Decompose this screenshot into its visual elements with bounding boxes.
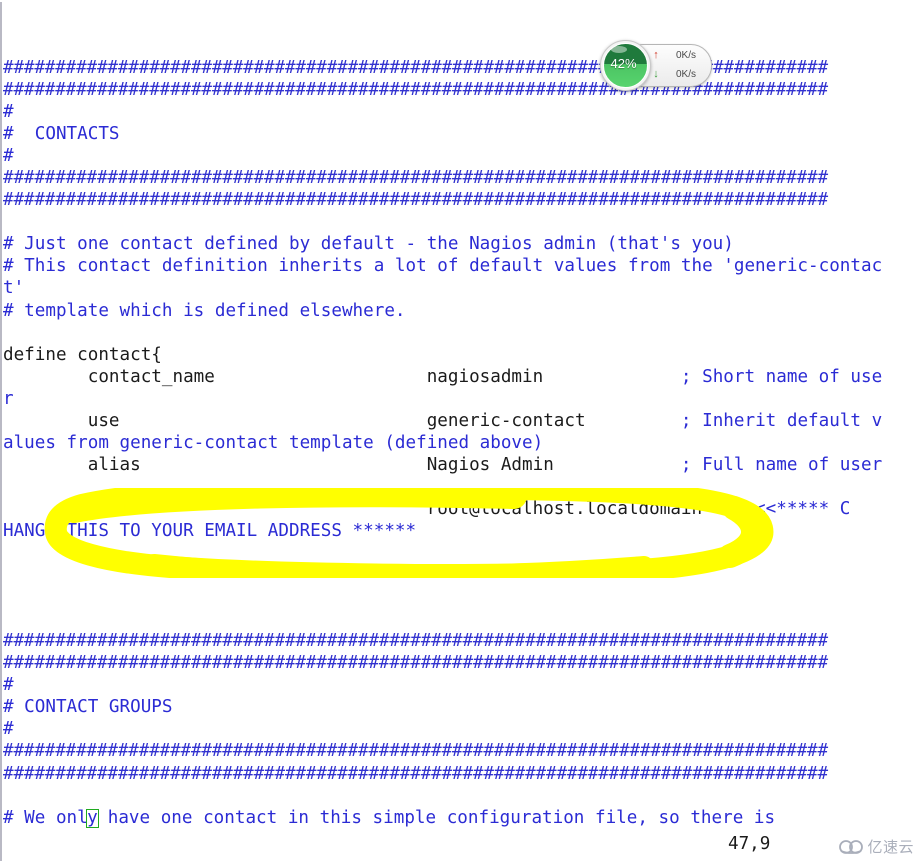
editor-text-area[interactable]: ########################################…: [3, 57, 922, 829]
code-line: ########################################…: [3, 189, 922, 211]
download-speed-label: 0K/s: [676, 69, 697, 80]
code-span: # CONTACTS: [3, 124, 120, 145]
code-span: #: [3, 675, 14, 696]
code-line: #: [3, 101, 922, 123]
code-line: alues from generic-contact template (def…: [3, 432, 922, 454]
window-top-padding: [0, 0, 922, 2]
code-span: # Just one contact defined by default - …: [3, 234, 734, 255]
code-span: contact_name nagiosadmin: [3, 366, 681, 387]
code-span: # We on: [3, 807, 78, 828]
system-monitor-widget[interactable]: ↑ 0K/s ↓ 0K/s 42%: [600, 40, 712, 91]
upload-speed-row: ↑ 0K/s: [650, 46, 710, 65]
code-span: ########################################…: [3, 763, 828, 784]
status-bar: 47,9 亿速云: [0, 834, 922, 861]
code-line: email root@localhost.localdomain ; <<***…: [3, 498, 922, 520]
code-line: ########################################…: [3, 630, 922, 652]
code-span: ########################################…: [3, 631, 828, 652]
widget-speed-rows: ↑ 0K/s ↓ 0K/s: [650, 46, 710, 84]
code-line: contact_name nagiosadmin ; Short name of…: [3, 366, 922, 388]
code-span: }: [3, 543, 99, 564]
code-line: HANGE THIS TO YOUR EMAIL ADDRESS ******: [3, 520, 922, 542]
code-span: # CONTACT GROUPS: [3, 697, 173, 718]
code-span: use generic-contact: [3, 410, 681, 431]
code-span: ; Inherit default v: [680, 410, 883, 431]
code-line: use generic-contact ; Inherit default v: [3, 410, 922, 432]
code-span: ########################################…: [3, 741, 828, 762]
code-span: #: [3, 719, 14, 740]
watermark: 亿速云: [839, 836, 914, 857]
code-span: email root@localhost.localdomain: [3, 498, 734, 519]
code-span: t': [3, 278, 25, 299]
code-line: #: [3, 145, 922, 167]
code-line: }: [3, 542, 922, 564]
memory-percent-label: 42%: [610, 56, 637, 71]
code-line: ########################################…: [3, 57, 922, 79]
code-line: ########################################…: [3, 652, 922, 674]
watermark-text: 亿速云: [867, 839, 914, 856]
code-span: ; Short name of use: [680, 366, 883, 387]
code-line: # CONTACTS: [3, 123, 922, 145]
terminal-screen: ########################################…: [0, 0, 922, 861]
code-line: # template which is defined elsewhere.: [3, 300, 922, 322]
code-line: ########################################…: [3, 763, 922, 785]
upload-speed-label: 0K/s: [676, 50, 697, 61]
code-span: # This contact definition inherits a lot…: [3, 256, 883, 277]
download-speed-row: ↓ 0K/s: [650, 65, 710, 84]
code-line: define contact{: [3, 344, 922, 366]
code-line: # We only have one contact in this simpl…: [3, 807, 922, 829]
code-span: have one contact in this simple configur…: [97, 807, 776, 828]
code-line: alias Nagios Admin ; Full name of user: [3, 454, 922, 476]
code-span: HANGE THIS TO YOUR EMAIL ADDRESS ******: [3, 520, 417, 541]
download-arrow-icon: ↓: [653, 68, 659, 80]
code-line: # CONTACT GROUPS: [3, 696, 922, 718]
cursor-position-indicator: 47,9: [728, 834, 771, 854]
code-span: ########################################…: [3, 653, 828, 674]
code-span: r: [3, 388, 14, 409]
code-span: # template which is defined elsewhere.: [3, 300, 406, 321]
code-line: # Just one contact defined by default - …: [3, 233, 922, 255]
code-line: ########################################…: [3, 79, 922, 101]
code-line: #: [3, 718, 922, 740]
code-span: ########################################…: [3, 190, 828, 211]
code-span: #: [3, 146, 14, 167]
upload-arrow-icon: ↑: [653, 49, 659, 61]
code-line: t': [3, 277, 922, 299]
memory-usage-ball[interactable]: 42%: [600, 40, 651, 91]
code-line: #: [3, 674, 922, 696]
code-span: alues from generic-contact template (def…: [3, 432, 544, 453]
window-left-border: [0, 0, 2, 861]
code-line: ########################################…: [3, 167, 922, 189]
code-span: #: [3, 102, 14, 123]
code-span: ; Full name of user: [680, 454, 883, 475]
cloud-logo-icon: [839, 839, 864, 854]
code-span: ; <<***** C: [733, 498, 851, 519]
code-span: ########################################…: [3, 168, 828, 189]
code-line: r: [3, 388, 922, 410]
code-line: # This contact definition inherits a lot…: [3, 255, 922, 277]
code-span: alias Nagios Admin: [3, 454, 681, 475]
code-line: ########################################…: [3, 740, 922, 762]
code-span: define contact{: [3, 344, 162, 365]
